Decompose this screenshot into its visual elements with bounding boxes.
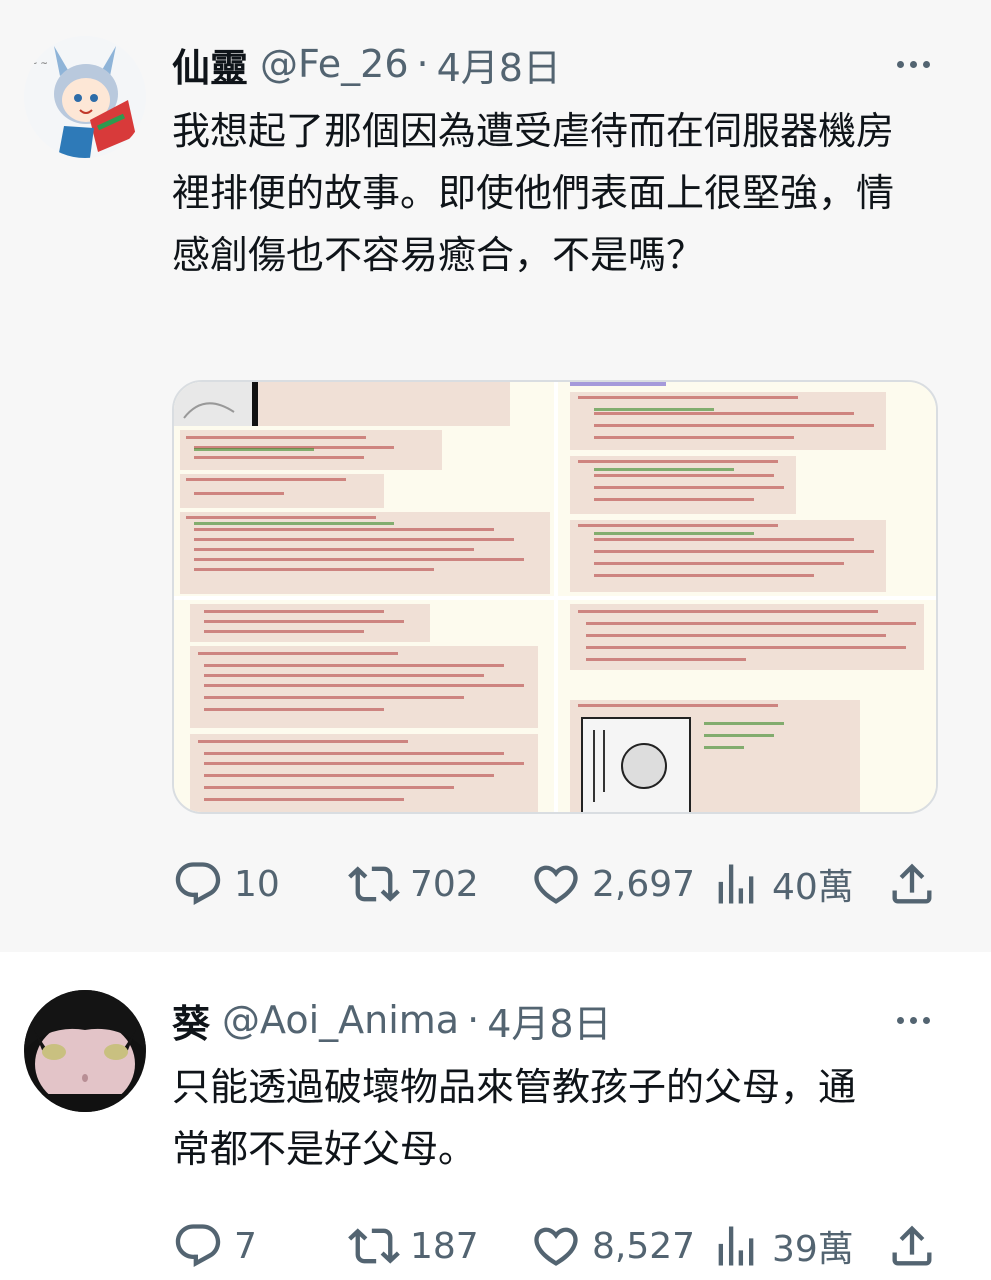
separator-dot: · (467, 998, 480, 1042)
tweet[interactable]: 葵 @Aoi_Anima · 4月8日 只能透過破壞物品來管教孩子的父母，通常都… (0, 952, 991, 1280)
timestamp[interactable]: 4月8日 (437, 37, 561, 92)
retweet-count: 702 (410, 863, 479, 905)
reply-icon (175, 1224, 221, 1268)
views-icon (718, 864, 754, 904)
views-button[interactable]: 39萬 (710, 1218, 854, 1274)
tweet[interactable]: ~ ~ 仙靈 @Fe_26 · 4月8日 我想起了那個因為遭受虐待而在伺服器機房… (0, 0, 991, 952)
share-button[interactable] (886, 856, 938, 912)
timestamp[interactable]: 4月8日 (487, 993, 611, 1048)
share-icon (892, 863, 932, 904)
like-count: 2,697 (592, 863, 696, 905)
view-count: 40萬 (772, 867, 854, 908)
user-handle[interactable]: @Aoi_Anima (222, 998, 459, 1042)
like-button[interactable]: 2,697 (530, 856, 695, 912)
svg-text:~ ~: ~ ~ (30, 59, 48, 69)
separator-dot: · (416, 42, 429, 86)
views-icon (718, 1226, 754, 1266)
user-handle[interactable]: @Fe_26 (260, 42, 409, 86)
reply-button[interactable]: 10 (172, 856, 280, 912)
avatar[interactable] (24, 990, 146, 1112)
like-count: 8,527 (592, 1225, 696, 1267)
attached-image[interactable] (172, 380, 938, 814)
retweet-count: 187 (410, 1225, 479, 1267)
display-name[interactable]: 葵 (172, 993, 210, 1048)
tweet-header: 仙靈 @Fe_26 · 4月8日 (172, 36, 561, 92)
share-button[interactable] (886, 1218, 938, 1274)
view-count: 39萬 (772, 1229, 854, 1270)
reply-button[interactable]: 7 (172, 1218, 257, 1274)
like-button[interactable]: 8,527 (530, 1218, 695, 1274)
views-button[interactable]: 40萬 (710, 856, 854, 912)
heart-icon (534, 865, 578, 904)
more-icon[interactable] (891, 42, 935, 86)
retweet-button[interactable]: 187 (348, 1218, 479, 1274)
tweet-header: 葵 @Aoi_Anima · 4月8日 (172, 992, 612, 1048)
imageboard-screenshot (174, 382, 936, 812)
reply-count: 10 (234, 863, 280, 905)
share-icon (892, 1225, 932, 1266)
action-bar: 7 187 8,527 39萬 (172, 1218, 938, 1274)
tweet-text: 我想起了那個因為遭受虐待而在伺服器機房裡排便的故事。即使他們表面上很堅強，情感創… (172, 109, 895, 277)
reply-icon (175, 862, 221, 906)
retweet-icon (348, 866, 400, 902)
reply-count: 7 (234, 1225, 257, 1267)
display-name[interactable]: 仙靈 (172, 37, 248, 92)
retweet-button[interactable]: 702 (348, 856, 479, 912)
action-bar: 10 702 2,697 40萬 (172, 856, 938, 912)
heart-icon (534, 1227, 578, 1266)
avatar[interactable]: ~ ~ (24, 36, 146, 158)
tweet-text: 只能透過破壞物品來管教孩子的父母，通常都不是好父母。 (172, 1065, 857, 1171)
more-icon[interactable] (891, 998, 935, 1042)
retweet-icon (348, 1228, 400, 1264)
